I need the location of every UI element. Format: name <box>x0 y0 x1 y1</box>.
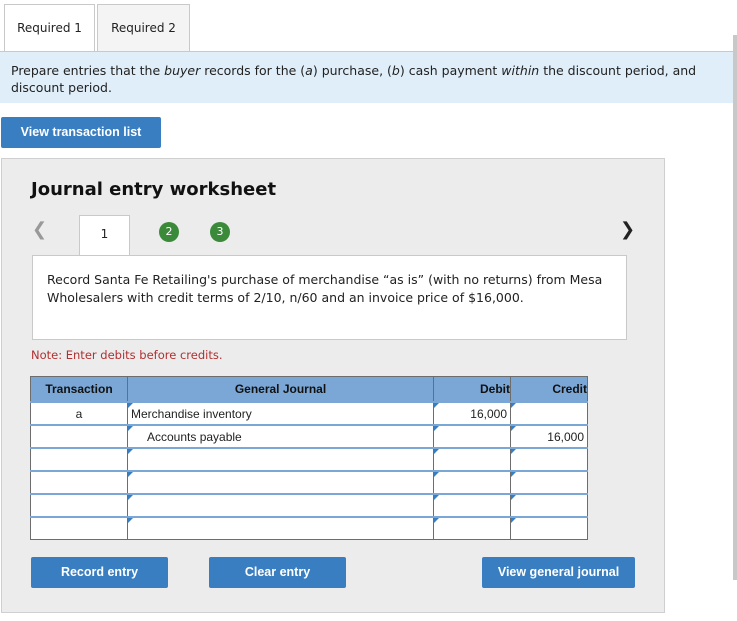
clear-entry-button[interactable]: Clear entry <box>209 557 346 588</box>
instructions-line-1: Prepare entries that the buyer records f… <box>11 63 697 78</box>
transaction-cell[interactable] <box>30 424 128 449</box>
table-row: Accounts payable 16,000 <box>30 424 588 449</box>
chevron-right-icon[interactable]: ❯ <box>620 219 635 240</box>
credit-cell[interactable]: 16,000 <box>510 424 588 449</box>
table-row <box>30 516 588 540</box>
step-tab-2[interactable]: 2 <box>159 222 179 242</box>
account-cell[interactable] <box>127 516 434 540</box>
header-debit: Debit <box>433 376 511 403</box>
table-row <box>30 447 588 472</box>
instructions-line-2: discount period. <box>11 80 112 95</box>
entry-note: Note: Enter debits before credits. <box>31 348 223 362</box>
table-row <box>30 470 588 495</box>
transaction-cell[interactable] <box>30 516 128 540</box>
debit-cell[interactable]: 16,000 <box>433 401 511 426</box>
record-entry-button[interactable]: Record entry <box>31 557 168 588</box>
debit-cell[interactable] <box>433 424 511 449</box>
debit-cell[interactable] <box>433 447 511 472</box>
account-cell[interactable]: Accounts payable <box>127 424 434 449</box>
header-general-journal: General Journal <box>127 376 434 403</box>
view-transaction-list-button[interactable]: View transaction list <box>1 117 161 148</box>
credit-cell[interactable] <box>510 493 588 518</box>
account-cell[interactable] <box>127 493 434 518</box>
debit-cell[interactable] <box>433 470 511 495</box>
table-row <box>30 493 588 518</box>
credit-cell[interactable] <box>510 447 588 472</box>
tab-required-2[interactable]: Required 2 <box>97 4 190 51</box>
view-general-journal-button[interactable]: View general journal <box>482 557 635 588</box>
journal-entry-worksheet-panel: Journal entry worksheet ❮ 1 2 3 ❯ Record… <box>1 158 665 613</box>
table-row: a Merchandise inventory 16,000 <box>30 401 588 426</box>
journal-header-row: Transaction General Journal Debit Credit <box>30 376 588 403</box>
debit-cell[interactable] <box>433 516 511 540</box>
credit-cell[interactable] <box>510 470 588 495</box>
transaction-description: Record Santa Fe Retailing's purchase of … <box>32 255 627 340</box>
header-transaction: Transaction <box>30 376 128 403</box>
page-scrollbar[interactable] <box>733 35 737 580</box>
account-cell[interactable] <box>127 470 434 495</box>
transaction-cell[interactable] <box>30 470 128 495</box>
credit-cell[interactable] <box>510 401 588 426</box>
instructions-banner: Prepare entries that the buyer records f… <box>0 52 733 103</box>
chevron-left-icon[interactable]: ❮ <box>32 219 47 240</box>
account-cell-text: Accounts payable <box>147 429 242 444</box>
transaction-cell[interactable] <box>30 447 128 472</box>
header-credit: Credit <box>510 376 588 403</box>
journal-table: Transaction General Journal Debit Credit… <box>30 376 588 540</box>
step-tab-3[interactable]: 3 <box>210 222 230 242</box>
credit-cell[interactable] <box>510 516 588 540</box>
account-cell[interactable] <box>127 447 434 472</box>
transaction-cell[interactable] <box>30 493 128 518</box>
debit-cell[interactable] <box>433 493 511 518</box>
account-cell[interactable]: Merchandise inventory <box>127 401 434 426</box>
transaction-cell[interactable]: a <box>30 401 128 426</box>
step-tab-1[interactable]: 1 <box>79 215 130 255</box>
tab-required-1[interactable]: Required 1 <box>4 4 95 52</box>
worksheet-title: Journal entry worksheet <box>31 179 277 200</box>
